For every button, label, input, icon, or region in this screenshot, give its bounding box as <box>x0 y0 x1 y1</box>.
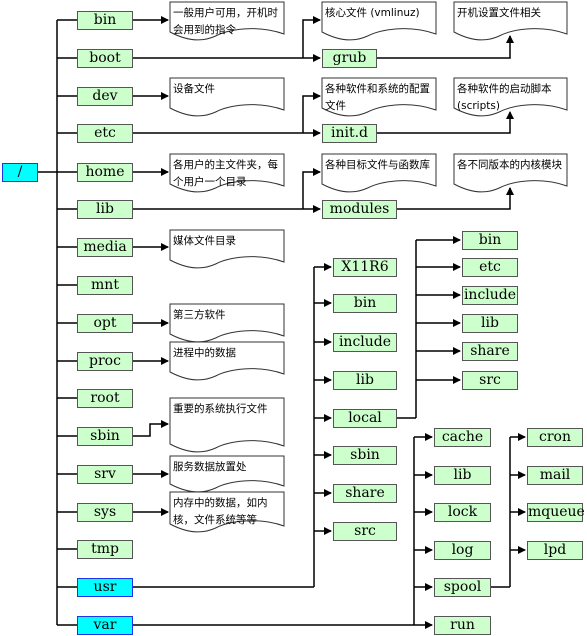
usr-share: share <box>333 484 397 503</box>
dir-init-d: init.d <box>322 124 377 143</box>
note-modules: 各不同版本的内核模块 <box>457 159 562 171</box>
note-proc: 进程中的数据 <box>173 347 236 359</box>
usr-lib: lib <box>333 371 397 390</box>
var-lib: lib <box>434 466 491 485</box>
var-log: log <box>434 541 491 560</box>
dir-media: media <box>77 238 133 257</box>
dir-sys: sys <box>77 503 133 522</box>
var-lock: lock <box>434 503 491 522</box>
dir-boot: boot <box>77 49 133 68</box>
note-bin: 一般用户可用，开机时会用到的指令 <box>173 7 278 36</box>
local-src: src <box>462 371 518 390</box>
dir-modules: modules <box>322 200 397 219</box>
note-grub: 开机设置文件相关 <box>457 7 541 19</box>
note-home: 各用户的主文件夹，每个用户一个目录 <box>173 159 278 188</box>
note-init_d: 各种软件的启动脚本(scripts) <box>457 83 552 112</box>
var-cache: cache <box>434 428 491 447</box>
dir-sbin: sbin <box>77 427 133 446</box>
dir-opt: opt <box>77 314 133 333</box>
usr-X11R6: X11R6 <box>333 258 397 277</box>
dir-bin: bin <box>77 11 133 30</box>
note-etc_config: 各种软件和系统的配置文件 <box>325 83 430 112</box>
var-run: run <box>434 616 491 635</box>
root-dir-box: / <box>2 163 38 182</box>
dir-dev: dev <box>77 87 133 106</box>
note-sys: 内存中的数据，如内核，文件系统等等 <box>173 497 268 526</box>
dir-mnt: mnt <box>77 276 133 295</box>
note-media: 媒体文件目录 <box>173 235 236 247</box>
local-lib: lib <box>462 314 518 333</box>
usr-bin: bin <box>333 294 397 313</box>
usr-sbin: sbin <box>333 446 397 465</box>
dir-grub: grub <box>322 49 377 68</box>
connector-line <box>302 16 321 58</box>
local-etc: etc <box>462 258 518 277</box>
dir-etc: etc <box>77 124 133 143</box>
spool-cron: cron <box>527 428 583 447</box>
connector-line <box>397 187 514 210</box>
dir-usr: usr <box>77 578 133 597</box>
note-lib_libs: 各种目标文件与函数库 <box>325 159 430 171</box>
local-include: include <box>462 286 518 305</box>
linux-directory-tree-diagram: / bin boot dev etc home lib media mnt opt proc root… <box>0 0 587 636</box>
connector-line <box>133 420 169 437</box>
dir-srv: srv <box>77 465 133 484</box>
dir-root: root <box>77 389 133 408</box>
note-srv: 服务数据放置处 <box>173 461 247 473</box>
spool-mail: mail <box>527 466 583 485</box>
note-boot_kernel: 核心文件 (vmlinuz) <box>325 7 420 19</box>
note-sbin: 重要的系统执行文件 <box>173 403 268 415</box>
spool-mqueue: mqueue <box>527 503 585 522</box>
local-share: share <box>462 342 518 361</box>
local-bin: bin <box>462 231 518 250</box>
dir-var: var <box>77 616 133 635</box>
connector-line <box>302 168 321 209</box>
usr-include: include <box>333 333 397 352</box>
dir-lib: lib <box>77 200 133 219</box>
dir-tmp: tmp <box>77 540 133 559</box>
dir-proc: proc <box>77 352 133 371</box>
connector-line <box>302 92 321 133</box>
dir-home: home <box>77 163 133 182</box>
var-spool: spool <box>434 578 491 597</box>
spool-lpd: lpd <box>527 541 583 560</box>
usr-local: local <box>333 409 397 428</box>
usr-src: src <box>333 522 397 541</box>
note-dev: 设备文件 <box>173 83 215 95</box>
note-opt: 第三方软件 <box>173 309 226 321</box>
